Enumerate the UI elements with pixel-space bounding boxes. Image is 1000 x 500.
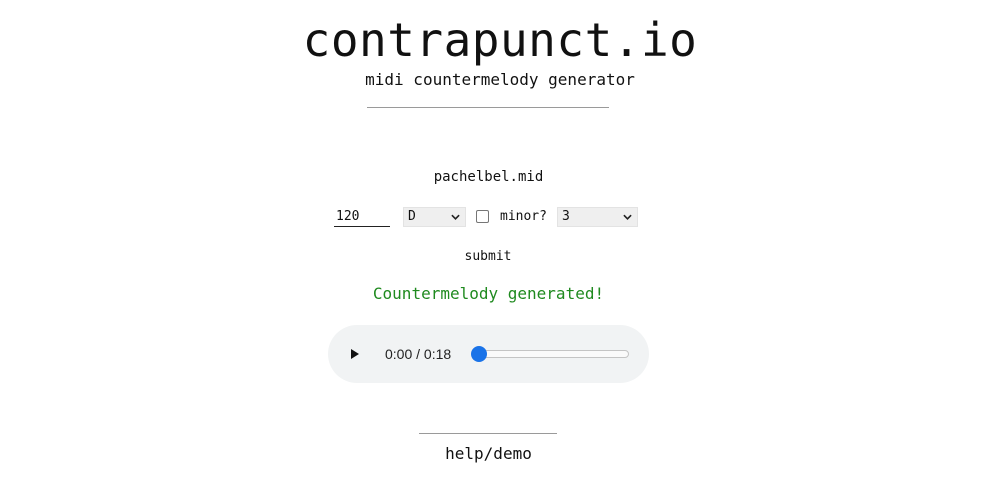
controls-row: D minor? 3 bbox=[334, 205, 638, 228]
help-demo-link[interactable]: help/demo bbox=[0, 443, 977, 465]
submit-button[interactable]: submit bbox=[440, 246, 536, 268]
minor-checkbox[interactable] bbox=[476, 210, 489, 223]
mode-select-value: 3 bbox=[561, 209, 570, 224]
footer-divider bbox=[419, 433, 557, 434]
site-title: contrapunct.io bbox=[302, 13, 698, 67]
key-select[interactable]: D bbox=[403, 206, 466, 227]
audio-seek-bar[interactable] bbox=[471, 346, 629, 362]
mode-select[interactable]: 3 bbox=[556, 206, 638, 227]
minor-label: minor? bbox=[500, 209, 547, 224]
audio-seek-thumb[interactable] bbox=[471, 346, 487, 362]
page: contrapunct.io midi countermelody genera… bbox=[0, 0, 1000, 500]
chevron-down-icon bbox=[623, 214, 632, 220]
header-divider bbox=[367, 107, 609, 108]
audio-time-display: 0:00 / 0:18 bbox=[385, 346, 452, 362]
play-icon[interactable] bbox=[346, 345, 364, 363]
tempo-input[interactable] bbox=[334, 206, 390, 227]
status-message: Countermelody generated! bbox=[372, 284, 605, 303]
chevron-down-icon bbox=[451, 214, 460, 220]
site-subtitle: midi countermelody generator bbox=[365, 70, 635, 89]
file-upload-label[interactable]: pachelbel.mid bbox=[0, 167, 977, 187]
audio-player: 0:00 / 0:18 bbox=[328, 325, 649, 383]
key-select-value: D bbox=[408, 209, 416, 224]
